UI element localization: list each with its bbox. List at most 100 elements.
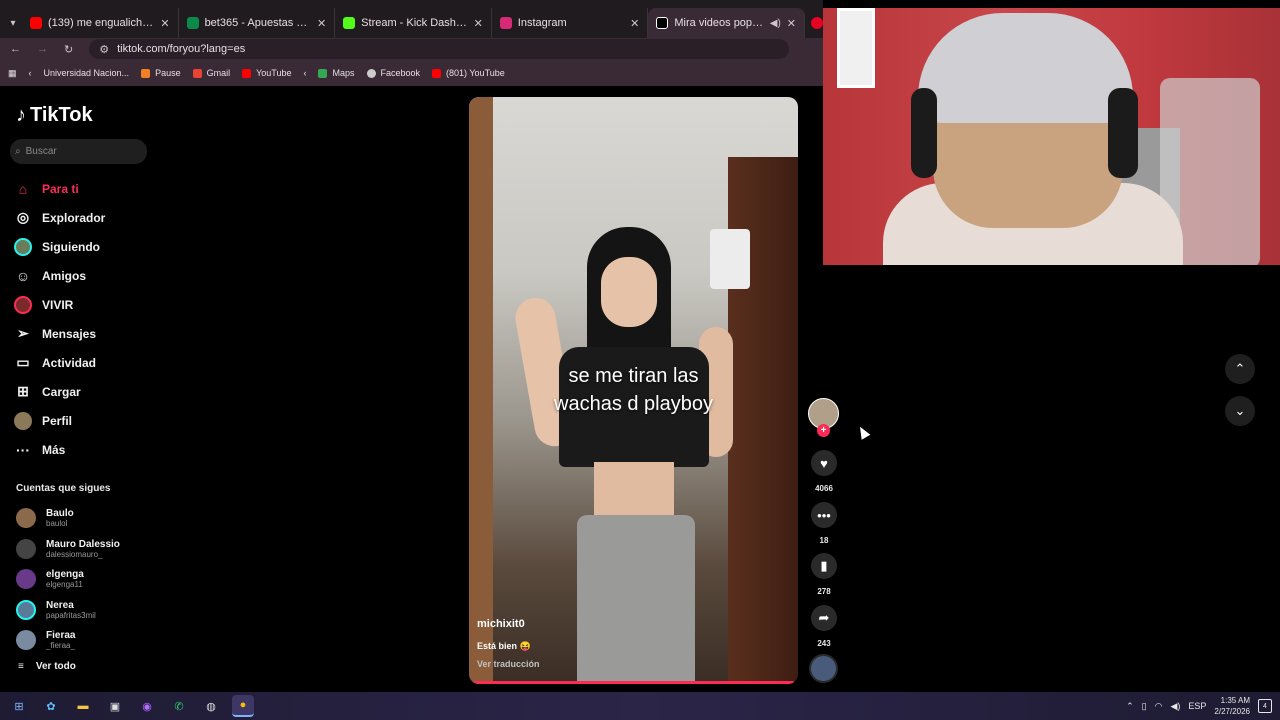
nav-item-actividad[interactable]: ▭ Actividad (14, 348, 105, 377)
bet365-icon (186, 17, 199, 29)
like-count: 4066 (815, 484, 833, 493)
browser-tab-strip: ▾ (139) me engualichaste <3 - ✕ bet365 -… (0, 0, 823, 38)
follow-plus-icon[interactable]: + (817, 424, 830, 437)
bookmark-item[interactable]: Universidad Nacion... (44, 68, 130, 78)
back-icon[interactable]: ← (10, 43, 21, 55)
bookmark-item[interactable]: (801) YouTube (432, 68, 505, 78)
tab-title: Instagram (517, 17, 567, 29)
chevron-left-icon[interactable]: ‹ (303, 68, 306, 78)
language-indicator[interactable]: ESP (1188, 701, 1206, 711)
nav-item-mensajes[interactable]: ➢ Mensajes (14, 319, 105, 348)
save-button[interactable]: ▮ (811, 553, 837, 579)
following-name: Fieraa (46, 630, 76, 642)
video-username[interactable]: michixit0 (477, 618, 525, 630)
bookmark-item[interactable]: YouTube (242, 68, 291, 78)
close-icon[interactable]: ✕ (160, 17, 169, 30)
webcam-overlay (823, 8, 1280, 265)
youtube-icon (242, 68, 252, 78)
live-avatar (14, 295, 32, 314)
following-item[interactable]: Fieraa _fieraa_ (16, 625, 120, 656)
address-bar: ← → ↻ ⚙ tiktok.com/foryou?lang=es (0, 38, 823, 60)
search-input[interactable]: ⌕ Buscar (10, 139, 147, 164)
see-all-button[interactable]: ≡ Ver todo (18, 661, 76, 672)
reload-icon[interactable]: ↻ (64, 43, 73, 56)
speaker-icon[interactable]: ◀) (1170, 701, 1180, 712)
close-icon[interactable]: ✕ (317, 17, 326, 30)
bookmark-icon: ▮ (820, 558, 828, 573)
url-field[interactable]: ⚙ tiktok.com/foryou?lang=es (89, 39, 790, 59)
nav-item-explorador[interactable]: ◎ Explorador (14, 203, 105, 232)
mouse-cursor-icon (855, 424, 871, 440)
nav-item-amigos[interactable]: ☺ Amigos (14, 261, 105, 290)
browser-tab[interactable]: Stream - Kick Dashboard ✕ (335, 8, 492, 38)
wifi-icon[interactable]: ◠ (1155, 701, 1163, 712)
following-name: elgenga (46, 569, 84, 581)
following-handle: dalessiomauro_ (46, 549, 103, 559)
following-item[interactable]: Baulo baulol (16, 503, 120, 534)
video-progress-bar[interactable] (473, 681, 794, 684)
clock[interactable]: 1:35 AM 2/27/2026 (1214, 695, 1250, 717)
following-item[interactable]: Nerea papafritas3mil (16, 595, 120, 626)
following-list: Baulo baulol Mauro Dalessio dalessiomauro_… (16, 503, 120, 656)
chrome-icon[interactable]: ● (232, 695, 254, 717)
video-player[interactable]: se me tiran las wachas d playboy michixi… (469, 97, 798, 684)
share-button[interactable]: ➦ (811, 605, 837, 631)
nav-label: Más (42, 442, 66, 457)
comment-button[interactable]: ••• (811, 502, 837, 528)
following-name: Baulo (46, 508, 74, 520)
bookmark-item[interactable]: Pause (141, 68, 181, 78)
obs-icon[interactable]: ◍ (200, 695, 222, 717)
nav-item-perfil[interactable]: Perfil (14, 406, 105, 435)
copilot-icon[interactable]: ✿ (40, 695, 62, 717)
chevron-left-icon[interactable]: ‹ (29, 68, 32, 78)
close-icon[interactable]: ✕ (474, 17, 483, 30)
pinterest-icon[interactable] (811, 17, 823, 29)
site-info-icon[interactable]: ⚙ (99, 43, 109, 56)
like-button[interactable]: ♥ (811, 450, 837, 476)
following-item[interactable]: Mauro Dalessio dalessiomauro_ (16, 534, 120, 565)
following-item[interactable]: elgenga elgenga11 (16, 564, 120, 595)
whatsapp-icon[interactable]: ✆ (168, 695, 190, 717)
chevron-up-icon[interactable]: ⌃ (1126, 701, 1134, 712)
windows-start-icon[interactable]: ⊞ (8, 695, 30, 717)
save-count: 278 (817, 587, 831, 596)
nav-item-para-ti[interactable]: ⌂ Para ti (14, 174, 105, 203)
bookmark-label: (801) YouTube (446, 68, 505, 78)
main-nav: ⌂ Para ti ◎ Explorador Siguiendo ☺ Amigos V… (14, 174, 105, 464)
youtube-icon (432, 68, 442, 78)
close-icon[interactable]: ✕ (630, 17, 639, 30)
following-handle: papafritas3mil (46, 610, 96, 620)
nav-item-cargar[interactable]: ⊞ Cargar (14, 377, 105, 406)
close-icon[interactable]: ✕ (787, 17, 796, 30)
next-video-button[interactable]: ⌄ (1225, 396, 1255, 426)
gmail-icon (192, 68, 202, 78)
epic-games-icon[interactable]: ▣ (104, 695, 126, 717)
tab-search-chevron-icon[interactable]: ▾ (4, 8, 22, 38)
friends-icon: ☺ (15, 267, 31, 284)
forward-icon[interactable]: → (37, 43, 48, 55)
bookmark-item[interactable]: Maps (318, 68, 355, 78)
tiktok-icon (656, 17, 669, 29)
bookmark-label: Universidad Nacion... (43, 68, 130, 78)
microphone-icon[interactable]: ▯ (1142, 701, 1147, 712)
nav-item-mas[interactable]: ··· Más (14, 435, 105, 464)
browser-tab[interactable]: bet365 - Apuestas deportivas e ✕ (179, 8, 336, 38)
browser-tab[interactable]: (139) me engualichaste <3 - ✕ (22, 8, 179, 38)
see-translation-link[interactable]: Ver traducción (477, 659, 540, 669)
browser-tab[interactable]: Instagram ✕ (492, 8, 649, 38)
music-disc-icon[interactable] (809, 654, 838, 683)
previous-video-button[interactable]: ⌃ (1225, 354, 1255, 384)
tiktok-logo[interactable]: ♪ TikTok (16, 104, 93, 127)
nav-label: Amigos (42, 268, 87, 283)
messenger-icon[interactable]: ◉ (136, 695, 158, 717)
apps-grid-icon[interactable]: ▦ (8, 68, 17, 79)
file-explorer-icon[interactable]: ▬ (72, 695, 94, 717)
nav-item-siguiendo[interactable]: Siguiendo (14, 232, 105, 261)
bookmark-item[interactable]: Facebook (366, 68, 420, 78)
speaker-icon[interactable]: ◀) (770, 18, 781, 29)
bookmark-item[interactable]: Gmail (192, 68, 230, 78)
browser-tab-active[interactable]: Mira videos populares sele ◀) ✕ (648, 8, 805, 38)
nav-item-vivir[interactable]: VIVIR (14, 290, 105, 319)
notifications-icon[interactable]: 4 (1258, 699, 1272, 713)
nav-label: VIVIR (42, 297, 74, 312)
